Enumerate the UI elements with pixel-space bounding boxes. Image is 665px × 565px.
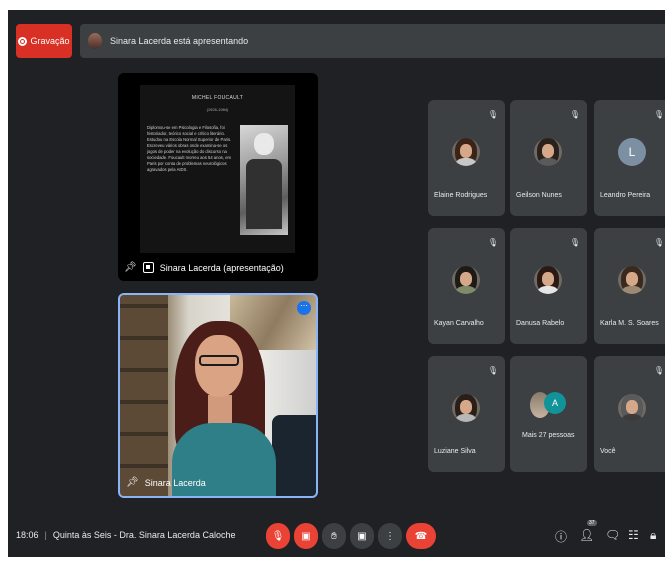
- mic-muted-icon: 🎙︎: [569, 238, 580, 247]
- people-icon[interactable]: 👤︎: [579, 528, 594, 542]
- speaker-name: Sinara Lacerda: [144, 477, 206, 488]
- presentation-tile[interactable]: MICHEL FOUCAULT (1926-1984) Diplomou-se …: [118, 73, 318, 281]
- info-icon[interactable]: ⓘ: [555, 528, 567, 545]
- participant-tile[interactable]: 🎙︎ Você: [594, 356, 665, 472]
- participant-tile[interactable]: 🎙︎ Karla M. S. Soares: [594, 228, 665, 344]
- camera-off-button[interactable]: ▣: [294, 523, 318, 549]
- present-screen-icon: [142, 262, 154, 273]
- bottom-toolbar: 18:06 | Quinta às Seis - Dra. Sinara Lac…: [8, 520, 665, 556]
- presentation-label: 📌︎ Sinara Lacerda (apresentação): [124, 262, 284, 273]
- lock-icon[interactable]: 🔒︎: [650, 528, 656, 543]
- clock-time: 18:06: [16, 530, 39, 540]
- bookshelf-background: [120, 295, 168, 496]
- chair-background: [272, 415, 316, 496]
- presenting-banner: Sinara Lacerda está apresentando: [80, 24, 665, 58]
- presenter-avatar: [88, 33, 102, 49]
- chat-icon[interactable]: 🗨︎: [605, 528, 620, 542]
- meet-window: Gravação Sinara Lacerda está apresentand…: [8, 10, 665, 557]
- meeting-title: Quinta às Seis - Dra. Sinara Lacerda Cal…: [52, 530, 236, 540]
- participant-name: Karla M. S. Soares: [600, 320, 659, 327]
- speaker-video-tile[interactable]: ⋯ 📌︎ Sinara Lacerda: [118, 293, 318, 498]
- recording-label: Gravação: [30, 36, 70, 46]
- slide-title: MICHEL FOUCAULT: [191, 95, 244, 101]
- participant-tile[interactable]: 🎙︎ Elaine Rodrigues: [428, 100, 505, 216]
- participant-name: Você: [600, 448, 616, 455]
- participant-name: Geilson Nunes: [516, 192, 562, 199]
- mic-muted-icon: 🎙︎: [653, 366, 664, 375]
- presentation-owner-label: Sinara Lacerda (apresentação): [159, 262, 284, 273]
- avatar: [534, 266, 562, 294]
- more-options-icon[interactable]: ⋯: [297, 301, 311, 315]
- mic-muted-icon: 🎙︎: [487, 238, 498, 247]
- avatar: L: [618, 138, 646, 166]
- participant-tile[interactable]: 🎙︎ Luziane Silva: [428, 356, 505, 472]
- pin-icon[interactable]: 📌︎: [124, 262, 137, 273]
- participant-tile[interactable]: A Mais 27 pessoas: [510, 356, 587, 472]
- mic-off-button[interactable]: 🎙︎: [266, 523, 290, 549]
- mic-muted-icon: 🎙︎: [487, 110, 498, 119]
- slide-text: Diplomou-se em Psicologia e Filosofia, f…: [147, 125, 232, 172]
- participant-name: Elaine Rodrigues: [434, 192, 488, 199]
- speaker-face: [195, 335, 243, 397]
- slide-portrait-image: [240, 125, 288, 235]
- participant-tile[interactable]: 🎙︎ Geilson Nunes: [510, 100, 587, 216]
- present-button[interactable]: ▣: [350, 523, 374, 549]
- mic-muted-icon: 🎙︎: [653, 110, 664, 119]
- avatar: [452, 394, 480, 422]
- participant-name: Leandro Pereira: [600, 192, 651, 199]
- participant-name: Danusa Rabelo: [516, 320, 565, 327]
- activities-icon[interactable]: ☷: [628, 528, 639, 542]
- more-options-button[interactable]: ⋮: [378, 523, 402, 549]
- avatar-group: A: [530, 392, 570, 420]
- presenting-text: Sinara Lacerda está apresentando: [110, 36, 249, 46]
- speaker-label: 📌︎ Sinara Lacerda: [126, 477, 206, 488]
- recording-button[interactable]: Gravação: [16, 24, 72, 58]
- mic-muted-icon: 🎙︎: [569, 110, 580, 119]
- meeting-info: 18:06 | Quinta às Seis - Dra. Sinara Lac…: [16, 530, 236, 540]
- record-icon: [18, 36, 28, 46]
- slide-years: (1926-1984): [206, 107, 229, 112]
- presentation-slide: MICHEL FOUCAULT (1926-1984) Diplomou-se …: [140, 85, 295, 253]
- participant-tile[interactable]: 🎙︎ L Leandro Pereira: [594, 100, 665, 216]
- avatar: [618, 394, 646, 422]
- participant-tile[interactable]: 🎙︎ Danusa Rabelo: [510, 228, 587, 344]
- participant-name: Mais 27 pessoas: [522, 432, 575, 439]
- participant-name: Kayan Carvalho: [434, 320, 484, 327]
- participant-name: Luziane Silva: [434, 448, 476, 455]
- avatar: [452, 266, 480, 294]
- mic-muted-icon: 🎙︎: [487, 366, 498, 375]
- avatar: [534, 138, 562, 166]
- avatar: [618, 266, 646, 294]
- raise-hand-button[interactable]: ✋︎: [322, 523, 346, 549]
- leave-call-button[interactable]: ☎︎: [406, 523, 436, 549]
- avatar: [452, 138, 480, 166]
- mic-muted-icon: 🎙︎: [653, 238, 664, 247]
- participant-tile[interactable]: 🎙︎ Kayan Carvalho: [428, 228, 505, 344]
- pin-icon[interactable]: 📌︎: [126, 477, 139, 488]
- people-count-badge: 37: [587, 520, 597, 526]
